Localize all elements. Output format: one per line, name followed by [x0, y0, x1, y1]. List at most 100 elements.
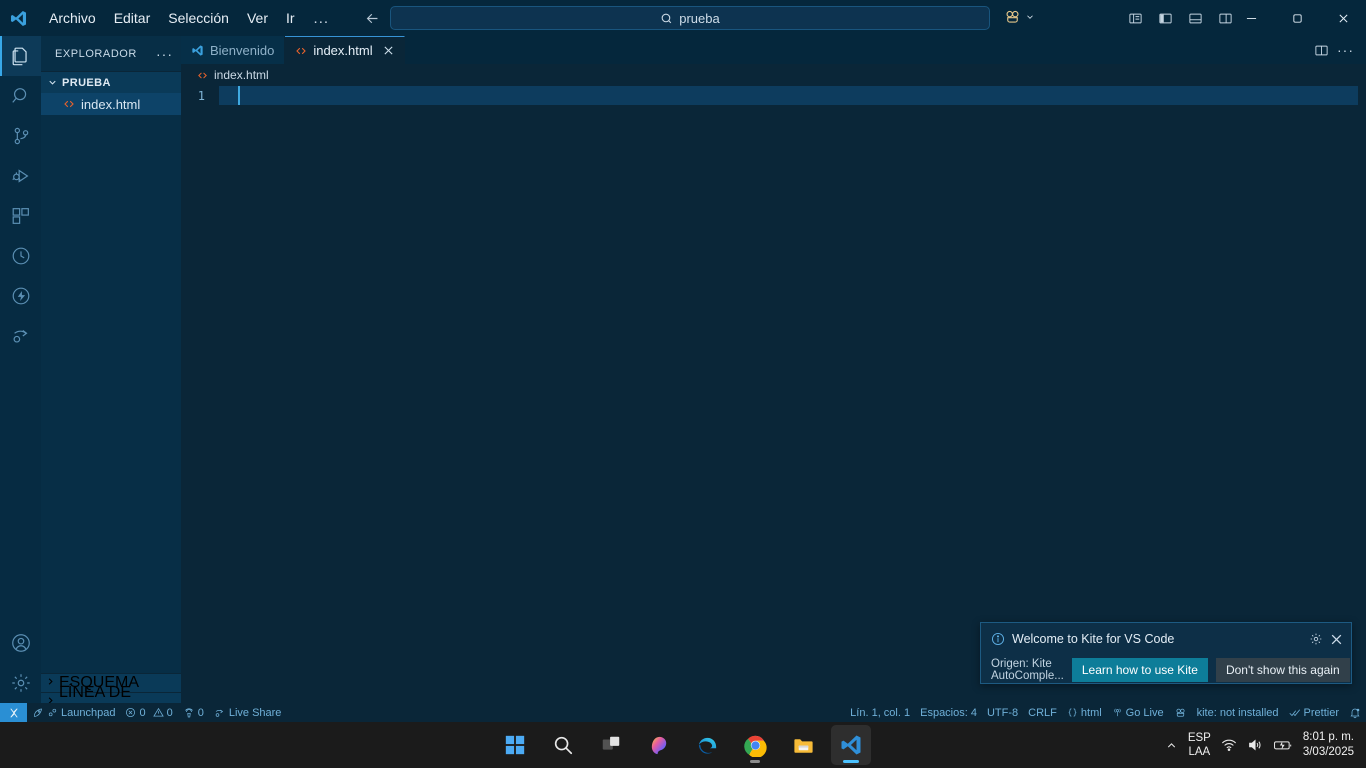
vscode-logo-icon	[0, 0, 36, 36]
activitybar-item-explorer[interactable]	[0, 36, 41, 76]
layout-panel-left-icon[interactable]	[1152, 6, 1178, 30]
taskbar-file-explorer-button[interactable]	[783, 725, 823, 765]
ellipsis-icon[interactable]: ···	[1337, 43, 1354, 57]
taskbar-search-button[interactable]	[543, 725, 583, 765]
info-icon	[991, 632, 1005, 646]
menu-editar[interactable]: Editar	[105, 4, 160, 32]
notification-source: Origen: Kite AutoComple...	[991, 658, 1064, 682]
taskbar-start-button[interactable]	[495, 725, 535, 765]
chevron-right-icon	[45, 674, 56, 692]
status-language-mode[interactable]: html	[1062, 703, 1107, 722]
close-icon[interactable]	[1320, 0, 1366, 36]
sidebar-header: EXPLORADOR ···	[41, 36, 181, 71]
launchpad-icon	[32, 707, 44, 719]
keyboard-layout-indicator[interactable]: ESP LAA	[1188, 731, 1211, 759]
layout-sidebar-left-icon[interactable]	[1122, 6, 1148, 30]
taskbar-copilot-button[interactable]	[639, 725, 679, 765]
notification-actions: Origen: Kite AutoComple... Learn how to …	[981, 655, 1351, 685]
close-icon[interactable]	[383, 44, 394, 58]
command-center[interactable]: prueba	[390, 6, 990, 30]
status-eol[interactable]: CRLF	[1023, 703, 1062, 722]
status-launchpad[interactable]: Launchpad	[27, 703, 120, 722]
layout-buttons	[1122, 6, 1238, 30]
editor-content[interactable]: 1	[181, 86, 1366, 711]
language-line-1: ESP	[1187, 732, 1211, 744]
activitybar-item-manage[interactable]	[0, 663, 41, 703]
sidebar-title: EXPLORADOR	[55, 47, 137, 60]
activitybar-item-live-share[interactable]	[0, 316, 41, 356]
taskbar-task-view-button[interactable]	[591, 725, 631, 765]
minimize-icon[interactable]	[1228, 0, 1274, 36]
text-cursor	[238, 86, 240, 105]
live-share-icon	[214, 707, 226, 719]
status-notifications[interactable]	[1344, 703, 1366, 722]
taskbar-chrome-button[interactable]	[735, 725, 775, 765]
menu-ver[interactable]: Ver	[238, 4, 277, 32]
layout-panel-bottom-icon[interactable]	[1182, 6, 1208, 30]
status-cursor-position[interactable]: Lín. 1, col. 1	[845, 703, 915, 722]
search-input[interactable]: prueba	[679, 11, 719, 26]
activitybar-item-testing[interactable]	[0, 236, 41, 276]
breadcrumb[interactable]: index.html	[181, 64, 1366, 86]
menu-archivo[interactable]: Archivo	[40, 4, 105, 32]
status-go-live[interactable]: Go Live	[1107, 703, 1169, 722]
status-kite-state[interactable]: kite: not installed	[1192, 703, 1284, 722]
menu-seleccion[interactable]: Selección	[159, 4, 238, 32]
dont-show-again-button[interactable]: Don't show this again	[1215, 658, 1350, 682]
tab-bienvenido[interactable]: Bienvenido	[181, 36, 286, 64]
launchpad-icon-2	[47, 707, 58, 718]
activitybar-item-accounts[interactable]	[0, 623, 41, 663]
activitybar-item-run-and-debug[interactable]	[0, 156, 41, 196]
running-indicator	[750, 760, 760, 763]
kite-state-label: kite: not installed	[1196, 706, 1279, 719]
status-ports[interactable]: 0	[178, 703, 209, 722]
tab-index-html[interactable]: index.html	[285, 36, 405, 64]
gear-icon[interactable]	[1309, 632, 1323, 646]
kite-badge[interactable]	[1003, 7, 1035, 26]
prettier-label: Prettier	[1303, 706, 1339, 719]
bell-dot-icon	[1349, 707, 1361, 719]
status-prettier[interactable]: Prettier	[1284, 703, 1344, 722]
status-live-share[interactable]: Live Share	[209, 703, 287, 722]
activitybar-item-thunder-client[interactable]	[0, 276, 41, 316]
taskbar-apps	[0, 722, 1366, 768]
maximize-icon[interactable]	[1274, 0, 1320, 36]
activitybar-item-source-control[interactable]	[0, 116, 41, 156]
notification-message: Welcome to Kite for VS Code	[1012, 632, 1175, 646]
battery-charging-icon[interactable]	[1273, 737, 1293, 753]
split-editor-icon[interactable]	[1314, 43, 1329, 58]
activitybar-item-search[interactable]	[0, 76, 41, 116]
current-line-highlight	[219, 86, 1358, 105]
title-bar: Archivo Editar Selección Ver Ir ... prue…	[0, 0, 1366, 36]
notification-toast: Welcome to Kite for VS Code Origen: Kite…	[980, 622, 1352, 684]
arrow-left-icon[interactable]	[361, 7, 383, 29]
explorer-folder-prueba[interactable]: PRUEBA	[41, 71, 181, 93]
status-encoding[interactable]: UTF-8	[982, 703, 1023, 722]
activity-bar	[0, 36, 41, 711]
volume-icon[interactable]	[1247, 737, 1263, 753]
status-problems[interactable]: 0 0	[120, 703, 177, 722]
remote-indicator-icon[interactable]	[0, 703, 27, 722]
broadcast-icon	[1112, 707, 1123, 718]
status-indentation[interactable]: Espacios: 4	[915, 703, 982, 722]
wifi-icon[interactable]	[1221, 737, 1237, 753]
taskbar-vscode-button[interactable]	[831, 725, 871, 765]
ellipsis-icon[interactable]: ···	[156, 46, 173, 62]
learn-kite-button[interactable]: Learn how to use Kite	[1071, 658, 1208, 682]
folder-label: PRUEBA	[62, 76, 111, 89]
activitybar-item-extensions[interactable]	[0, 196, 41, 236]
braces-icon	[1067, 707, 1078, 718]
clock[interactable]: 8:01 p. m. 3/03/2025	[1303, 730, 1354, 760]
windows-taskbar: ESP LAA 8:01 p. m. 3/03/2025	[0, 722, 1366, 768]
file-item-index-html[interactable]: index.html	[41, 93, 181, 115]
html-file-icon	[197, 70, 208, 81]
menu-ir[interactable]: Ir	[277, 4, 304, 32]
chevron-up-icon[interactable]	[1165, 739, 1178, 752]
close-icon[interactable]	[1330, 633, 1343, 646]
menu-more[interactable]: ...	[304, 8, 340, 29]
status-kite-icon[interactable]	[1169, 703, 1192, 722]
taskbar-edge-button[interactable]	[687, 725, 727, 765]
error-count: 0	[139, 706, 146, 719]
launchpad-label: Launchpad	[61, 706, 116, 719]
menu-bar: Archivo Editar Selección Ver Ir ...	[40, 0, 339, 36]
